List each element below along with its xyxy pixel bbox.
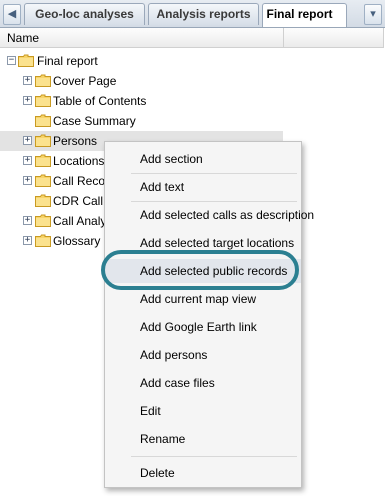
tree-item-label: Locations xyxy=(53,154,105,168)
menu-separator xyxy=(131,456,297,457)
tab-list-menu-button[interactable]: ▾ xyxy=(364,4,382,25)
folder-icon xyxy=(35,214,51,227)
plus-box-icon[interactable]: + xyxy=(23,176,32,185)
plus-box-icon[interactable]: + xyxy=(23,236,32,245)
chevron-down-icon: ▾ xyxy=(370,8,376,20)
menu-item-label: Add Google Earth link xyxy=(140,320,257,334)
tab-bar: ◀ Geo-loc analyses Analysis reports Fina… xyxy=(0,0,385,28)
tab-label: Final report xyxy=(266,7,333,21)
scroll-tabs-left-button[interactable]: ◀ xyxy=(3,4,21,25)
menu-item-add-map-view[interactable]: Add current map view xyxy=(105,287,301,311)
plus-box-icon[interactable]: + xyxy=(23,136,32,145)
tree-row-final-report[interactable]: − Final report xyxy=(0,51,283,71)
folder-icon xyxy=(18,54,34,67)
tree-row-cover-page[interactable]: + Cover Page xyxy=(0,71,283,91)
menu-item-add-target-locations[interactable]: Add selected target locations xyxy=(105,231,301,255)
tab-label: Geo-loc analyses xyxy=(35,7,134,21)
menu-item-label: Add persons xyxy=(140,348,208,362)
tab-label: Analysis reports xyxy=(156,7,251,21)
minus-box-icon[interactable]: − xyxy=(7,56,16,65)
menu-item-label: Add text xyxy=(140,180,185,194)
folder-icon xyxy=(35,114,51,127)
menu-item-label: Add current map view xyxy=(140,292,257,306)
menu-item-rename[interactable]: Rename xyxy=(105,427,301,451)
plus-box-icon[interactable]: + xyxy=(23,96,32,105)
menu-item-label: Add case files xyxy=(140,376,215,390)
menu-item-label: Add section xyxy=(140,152,203,166)
folder-icon xyxy=(35,134,51,147)
tab-geo-loc-analyses[interactable]: Geo-loc analyses xyxy=(24,3,145,25)
plus-box-icon[interactable]: + xyxy=(23,76,32,85)
menu-item-delete[interactable]: Delete xyxy=(105,461,301,485)
menu-item-label: Rename xyxy=(140,432,186,446)
column-divider[interactable] xyxy=(283,28,284,47)
arrow-left-icon: ◀ xyxy=(7,8,17,20)
menu-item-label: Add selected public records xyxy=(140,264,288,278)
folder-icon xyxy=(35,74,51,87)
tree-item-label: Final report xyxy=(37,54,98,68)
menu-separator xyxy=(131,201,297,202)
tree-item-label: Case Summary xyxy=(53,114,136,128)
menu-item-label: Add selected calls as description xyxy=(140,208,315,222)
tree-row-case-summary[interactable]: Case Summary xyxy=(0,111,283,131)
menu-item-label: Edit xyxy=(140,404,161,418)
menu-item-add-text[interactable]: Add text xyxy=(105,175,301,199)
plus-box-icon[interactable]: + xyxy=(23,216,32,225)
folder-icon xyxy=(35,94,51,107)
menu-item-label: Delete xyxy=(140,466,175,480)
tree-item-label: Persons xyxy=(53,134,98,148)
menu-item-add-case-files[interactable]: Add case files xyxy=(105,371,301,395)
tree-item-label: Glossary xyxy=(53,234,101,248)
column-name-header[interactable]: Name xyxy=(7,31,39,45)
menu-item-add-section[interactable]: Add section xyxy=(105,147,301,171)
menu-item-add-public-records[interactable]: Add selected public records xyxy=(105,259,301,283)
menu-item-label: Add selected target locations xyxy=(140,236,295,250)
column-header: Name xyxy=(0,28,384,48)
folder-icon xyxy=(35,174,51,187)
plus-box-icon[interactable]: + xyxy=(23,156,32,165)
tab-final-report[interactable]: Final report xyxy=(262,3,347,27)
tree-item-label: Table of Contents xyxy=(53,94,147,108)
folder-icon xyxy=(35,194,51,207)
tree-item-label: Cover Page xyxy=(53,74,117,88)
menu-separator xyxy=(131,173,297,174)
tree-row-table-of-contents[interactable]: + Table of Contents xyxy=(0,91,283,111)
context-menu: Add section Add text Add selected calls … xyxy=(104,141,314,488)
menu-item-edit[interactable]: Edit xyxy=(105,399,301,423)
menu-item-add-google-earth-link[interactable]: Add Google Earth link xyxy=(105,315,301,339)
tab-analysis-reports[interactable]: Analysis reports xyxy=(148,3,259,25)
menu-item-add-persons[interactable]: Add persons xyxy=(105,343,301,367)
folder-icon xyxy=(35,234,51,247)
folder-icon xyxy=(35,154,51,167)
menu-item-add-selected-calls[interactable]: Add selected calls as description xyxy=(105,203,314,227)
